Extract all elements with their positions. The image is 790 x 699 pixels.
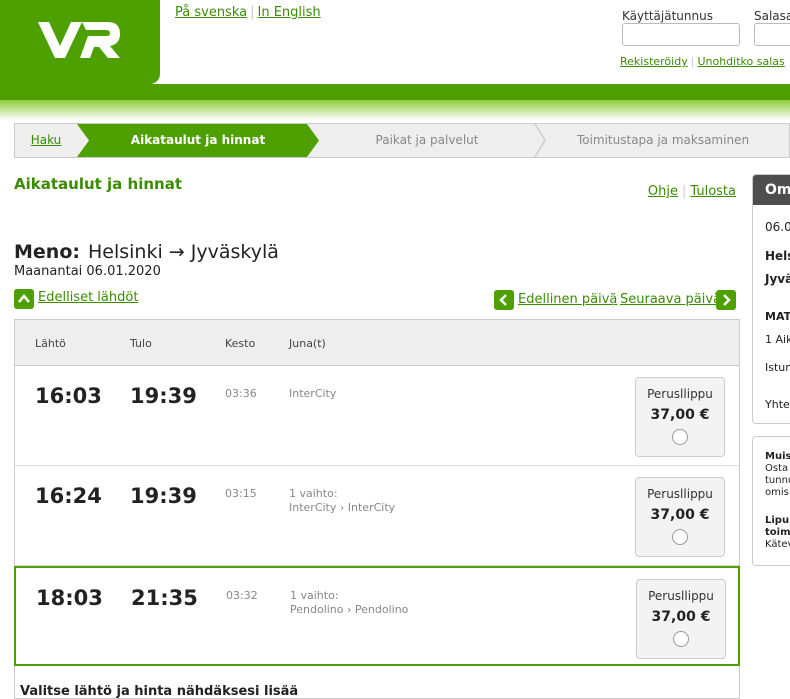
step-seats-services: Paikat ja palvelut xyxy=(375,133,479,147)
vr-logo[interactable] xyxy=(0,0,160,84)
fare-name: Perusllippu xyxy=(647,487,713,501)
timetable: Lähtö Tulo Kesto Juna(t) 16:03 19:39 03:… xyxy=(14,319,740,699)
username-label: Käyttäjätunnus xyxy=(622,9,713,23)
order-summary-title: Om xyxy=(753,175,790,205)
username-input[interactable] xyxy=(622,23,740,46)
print-link[interactable]: Tulosta xyxy=(690,184,736,199)
fare-name: Perusllippu xyxy=(648,589,714,603)
fare-option[interactable]: Perusllippu 37,00 € xyxy=(635,377,725,457)
fare-name: Perusllippu xyxy=(647,387,713,401)
fare-price: 37,00 € xyxy=(651,609,711,625)
fare-radio[interactable] xyxy=(673,631,689,647)
route-text: Helsinki → Jyväskylä xyxy=(87,241,279,263)
next-day-link[interactable]: Seuraava päivä xyxy=(620,292,721,307)
order-summary: Om 06.0 Hels Jyvä MAT 1 Aik Istun Yhte xyxy=(752,174,790,424)
chevron-up-icon xyxy=(18,294,30,303)
prev-departures-button[interactable] xyxy=(14,289,34,309)
reminder-text: omis xyxy=(765,487,789,498)
header-train: Juna(t) xyxy=(289,337,326,350)
next-day-button[interactable] xyxy=(716,290,736,310)
train-info: 1 vaihto: InterCity › InterCity xyxy=(289,487,395,515)
password-label: Salasa xyxy=(754,9,790,23)
lang-english-link[interactable]: In English xyxy=(258,5,321,20)
reminder-title: Muis xyxy=(765,451,790,462)
train-connection: Pendolino › Pendolino xyxy=(290,603,409,616)
chevron-left-icon xyxy=(499,294,507,306)
summary-to: Jyvä xyxy=(765,272,790,286)
direction-label: Meno: xyxy=(14,241,80,263)
step-schedules-prices: Aikataulut ja hinnat xyxy=(77,124,319,157)
departure-row[interactable]: 16:03 19:39 03:36 InterCity Perusllippu … xyxy=(15,366,739,466)
header-fade xyxy=(0,100,790,120)
utility-links: Ohje | Tulosta xyxy=(648,184,736,199)
arrival-time: 19:39 xyxy=(130,384,197,408)
separator: | xyxy=(611,292,616,307)
fare-option[interactable]: Perusllippu 37,00 € xyxy=(636,579,726,659)
info-box: Muis Osta tunnu omis Lipu toim Kätev xyxy=(752,436,790,566)
duration: 03:36 xyxy=(225,387,257,400)
header-depart: Lähtö xyxy=(35,337,66,350)
page-title: Aikataulut ja hinnat xyxy=(14,175,182,193)
login-links: Rekisteröidy | Unohditko salas xyxy=(620,55,785,68)
fare-option[interactable]: Perusllippu 37,00 € xyxy=(635,477,725,557)
train-info: 1 vaihto: Pendolino › Pendolino xyxy=(290,589,408,617)
duration: 03:32 xyxy=(226,589,258,602)
separator: | xyxy=(250,5,255,20)
prev-day-button[interactable] xyxy=(494,290,514,310)
delivery-title: toim xyxy=(765,527,790,538)
train-connection: InterCity › InterCity xyxy=(289,501,396,514)
booking-steps: Haku Aikataulut ja hinnat Paikat ja palv… xyxy=(14,123,790,158)
lang-swedish-link[interactable]: På svenska xyxy=(175,5,247,20)
delivery-text: Kätev xyxy=(765,539,790,550)
arrival-time: 19:39 xyxy=(130,484,197,508)
train-line: InterCity xyxy=(289,387,337,400)
chevron-right-icon xyxy=(723,294,731,306)
separator: | xyxy=(690,55,695,68)
step-delivery-payment: Toimitustapa ja maksaminen xyxy=(576,133,750,147)
language-links: På svenska | In English xyxy=(175,5,321,20)
prev-day-link[interactable]: Edellinen päivä xyxy=(518,292,617,307)
fare-radio[interactable] xyxy=(672,529,688,545)
route-heading: Meno: Helsinki → Jyväskylä xyxy=(14,241,279,263)
summary-section: MAT xyxy=(765,310,790,323)
forgot-password-link[interactable]: Unohditko salas xyxy=(697,55,784,68)
step-haku-link[interactable]: Haku xyxy=(31,133,62,147)
train-info: InterCity xyxy=(289,387,336,401)
departure-row[interactable]: 16:24 19:39 03:15 1 vaihto: InterCity › … xyxy=(15,466,739,566)
header-arrive: Tulo xyxy=(130,337,152,350)
summary-total: Yhte xyxy=(765,398,790,411)
train-transfer: 1 vaihto: xyxy=(289,487,338,500)
fare-price: 37,00 € xyxy=(650,407,710,423)
arrival-time: 21:35 xyxy=(131,586,198,610)
duration: 03:15 xyxy=(225,487,257,500)
departure-time: 16:03 xyxy=(35,384,102,408)
departure-time: 16:24 xyxy=(35,484,102,508)
help-link[interactable]: Ohje xyxy=(648,184,678,199)
password-input[interactable] xyxy=(754,23,790,46)
summary-item: 1 Aik xyxy=(765,333,790,346)
prev-departures-link[interactable]: Edelliset lähdöt xyxy=(38,290,138,305)
reminder-text: Osta xyxy=(765,463,789,474)
summary-item: Istun xyxy=(765,361,790,374)
fare-price: 37,00 € xyxy=(650,507,710,523)
vr-logo-mark xyxy=(38,22,120,58)
reminder-text: tunnu xyxy=(765,475,790,486)
departure-row-selected[interactable]: 18:03 21:35 03:32 1 vaihto: Pendolino › … xyxy=(14,566,740,666)
summary-date: 06.0 xyxy=(765,220,790,234)
train-transfer: 1 vaihto: xyxy=(290,589,339,602)
summary-from: Hels xyxy=(765,249,790,263)
step-haku[interactable]: Haku xyxy=(15,124,77,157)
delivery-title: Lipu xyxy=(765,515,790,526)
travel-date: Maanantai 06.01.2020 xyxy=(14,264,161,279)
register-link[interactable]: Rekisteröidy xyxy=(620,55,688,68)
departure-time: 18:03 xyxy=(36,586,103,610)
timetable-header: Lähtö Tulo Kesto Juna(t) xyxy=(15,320,739,366)
separator: | xyxy=(682,184,687,199)
fare-radio[interactable] xyxy=(672,429,688,445)
header-duration: Kesto xyxy=(225,337,256,350)
